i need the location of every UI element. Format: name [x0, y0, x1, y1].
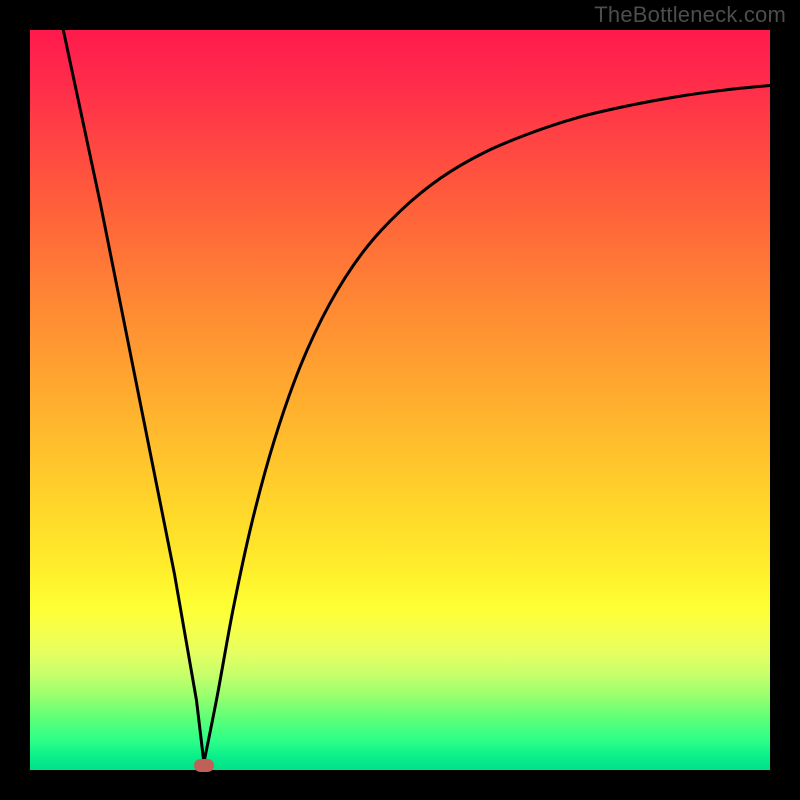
- plot-area: [30, 30, 770, 770]
- chart-frame: TheBottleneck.com: [0, 0, 800, 800]
- bottleneck-curve: [63, 30, 770, 763]
- valley-marker: [194, 759, 214, 772]
- watermark-text: TheBottleneck.com: [594, 2, 786, 28]
- curve-svg: [30, 30, 770, 770]
